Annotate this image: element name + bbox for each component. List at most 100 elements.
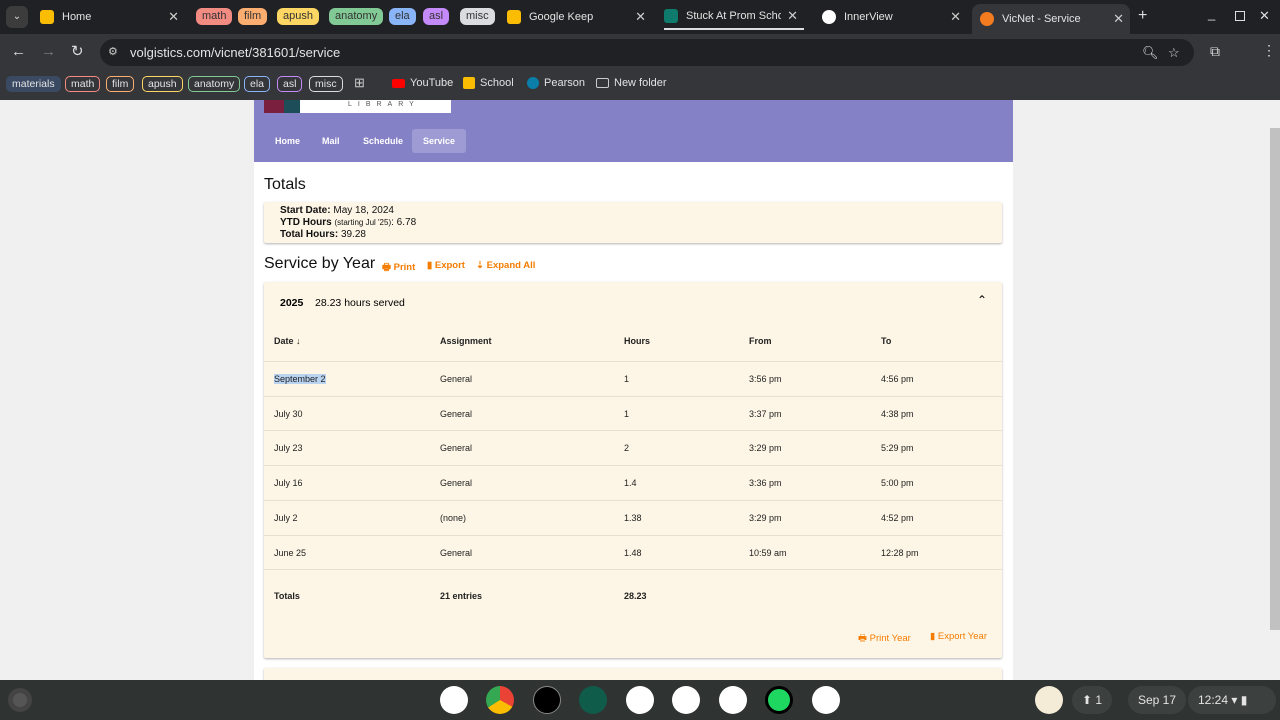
classroom-icon <box>463 77 475 89</box>
chevron-up-icon[interactable]: ⌃ <box>977 293 987 307</box>
tab-group-math[interactable]: math <box>196 8 233 25</box>
tab-group-film[interactable]: film <box>238 8 268 25</box>
nav-home[interactable]: Home <box>264 129 311 153</box>
tab-group-misc[interactable]: misc <box>460 8 495 25</box>
assignment-cell: General <box>440 443 473 454</box>
bookmark-group-materials[interactable]: materials <box>6 76 61 92</box>
close-icon[interactable]: ✕ <box>635 9 646 25</box>
logo-text: LIBRARY <box>348 101 420 108</box>
messages-icon[interactable] <box>812 686 840 714</box>
play-store-icon[interactable] <box>719 686 747 714</box>
spotify-icon[interactable] <box>765 686 793 714</box>
bookmark-star-icon[interactable]: ☆ <box>1168 39 1180 66</box>
print-button[interactable]: 🖶 Print <box>382 260 415 276</box>
year-panel-header[interactable]: 2025 28.23 hours served ⌃ <box>264 282 1002 324</box>
print-year-button[interactable]: 🖶 Print Year <box>858 631 911 647</box>
bookmark-group-apush[interactable]: apush <box>142 76 183 92</box>
minimize-icon[interactable]: _ <box>1208 6 1215 21</box>
bookmark-youtube[interactable]: YouTube <box>392 77 453 89</box>
tab-vicnet-service[interactable]: VicNet - Service ✕ <box>972 4 1130 34</box>
column-date[interactable]: Date ↓ <box>274 336 301 346</box>
status-tray[interactable]: 12:24 ▾ ▮ <box>1188 686 1276 714</box>
tab-group-ela[interactable]: ela <box>389 8 416 25</box>
youtube-app-icon[interactable] <box>672 686 700 714</box>
tab-search-button[interactable]: ⌄ <box>6 6 28 28</box>
bookmark-group-misc[interactable]: misc <box>309 76 343 92</box>
bookmark-new-folder[interactable]: New folder <box>596 77 667 89</box>
tab-innerview[interactable]: InnerView ✕ <box>822 4 967 30</box>
year-summary: 28.23 hours served <box>315 297 405 309</box>
tab-group-asl[interactable]: asl <box>423 8 450 25</box>
new-tab-icon[interactable]: + <box>1138 7 1147 25</box>
from-cell: 3:36 pm <box>749 478 782 489</box>
expand-all-button[interactable]: ⇣ Expand All <box>476 260 535 271</box>
nav-mail[interactable]: Mail <box>311 129 351 153</box>
bookmark-group-ela[interactable]: ela <box>244 76 271 92</box>
date-cell: July 23 <box>274 443 303 454</box>
table-row[interactable]: July 16 General 1.4 3:36 pm 5:00 pm <box>264 465 1002 500</box>
address-bar[interactable]: ⚙ volgistics.com/vicnet/381601/service 🔍… <box>100 39 1194 66</box>
total-hours-value: 39.28 <box>340 229 366 240</box>
table-row[interactable]: July 2 (none) 1.38 3:29 pm 4:52 pm <box>264 499 1002 535</box>
reload-icon[interactable]: ↻ <box>71 42 84 60</box>
date-pill[interactable]: Sep 17 <box>1128 686 1187 714</box>
from-cell: 3:29 pm <box>749 443 782 454</box>
nav-schedule[interactable]: Schedule <box>352 129 414 153</box>
tab-group-anatomy[interactable]: anatomy <box>329 8 384 25</box>
date-cell: September 2 <box>274 374 326 384</box>
bookmark-pearson[interactable]: Pearson <box>527 77 585 89</box>
close-window-icon[interactable]: ✕ <box>1259 8 1270 24</box>
bookmark-label: YouTube <box>410 77 454 89</box>
holding-space-icon[interactable] <box>1035 686 1063 714</box>
tab-label: Stuck At Prom Scholar <box>686 10 781 22</box>
notification-pill[interactable]: ⬆ 1 <box>1072 686 1113 714</box>
apps-grid-icon[interactable]: ⊞ <box>354 75 365 91</box>
forward-icon[interactable]: → <box>41 43 56 60</box>
close-icon[interactable]: ✕ <box>787 8 798 24</box>
to-cell: 4:56 pm <box>881 374 914 384</box>
export-year-button[interactable]: ▮ Export Year <box>930 631 987 642</box>
gemini-icon[interactable] <box>440 686 468 714</box>
tab-label: Home <box>62 11 92 23</box>
totals-card: Start Date: May 18, 2024 YTD Hours (star… <box>264 202 1002 243</box>
google-apps-icon[interactable] <box>579 686 607 714</box>
date-cell: July 30 <box>274 408 303 419</box>
tab-home[interactable]: Home ✕ <box>40 4 185 30</box>
extensions-icon[interactable]: ⧉ <box>1210 43 1220 60</box>
chrome-icon[interactable] <box>486 686 514 714</box>
bookmark-group-math[interactable]: math <box>65 76 101 92</box>
menu-icon[interactable]: ⋮ <box>1262 42 1276 59</box>
toolbar: ← → ↻ ⚙ volgistics.com/vicnet/381601/ser… <box>0 34 1280 100</box>
hours-cell: 1.48 <box>624 547 642 558</box>
tab-group-apush[interactable]: apush <box>277 8 319 25</box>
start-date-value: May 18, 2024 <box>333 205 394 216</box>
hours-cell: 1 <box>624 408 630 419</box>
gmail-icon[interactable] <box>626 686 654 714</box>
table-row[interactable]: July 30 General 1 3:37 pm 4:38 pm <box>264 395 1002 431</box>
launcher-icon[interactable] <box>8 688 32 712</box>
close-icon[interactable]: ✕ <box>950 9 961 25</box>
bookmark-group-film[interactable]: film <box>106 76 135 92</box>
nav-service[interactable]: Service <box>412 129 467 153</box>
table-row[interactable]: September 2 General 1 3:56 pm 4:56 pm <box>264 361 1002 396</box>
tab-google-keep[interactable]: Google Keep ✕ <box>507 4 652 30</box>
scrollbar[interactable] <box>1270 128 1280 630</box>
export-button[interactable]: ▮ Export <box>427 260 465 271</box>
export-year-label: Export Year <box>937 631 987 642</box>
zoom-icon[interactable]: 🔍︎ <box>1142 39 1159 66</box>
folder-icon <box>596 78 609 88</box>
site-info-icon[interactable]: ⚙ <box>108 39 118 66</box>
bookmark-school[interactable]: School <box>463 77 514 89</box>
back-icon[interactable]: ← <box>11 43 26 60</box>
close-icon[interactable]: ✕ <box>1113 11 1124 27</box>
table-row[interactable]: June 25 General 1.48 10:59 am 12:28 pm <box>264 534 1002 570</box>
bookmark-group-asl[interactable]: asl <box>277 76 303 92</box>
date-cell: July 16 <box>274 478 303 489</box>
tab-stuck-at-prom[interactable]: Stuck At Prom Scholar ✕ <box>664 4 804 30</box>
close-icon[interactable]: ✕ <box>168 9 179 25</box>
bookmark-group-anatomy[interactable]: anatomy <box>188 76 241 92</box>
maximize-icon[interactable] <box>1235 11 1245 21</box>
year-panel-next[interactable] <box>264 668 1002 680</box>
audible-icon[interactable] <box>533 686 561 714</box>
table-row[interactable]: July 23 General 2 3:29 pm 5:29 pm <box>264 430 1002 465</box>
